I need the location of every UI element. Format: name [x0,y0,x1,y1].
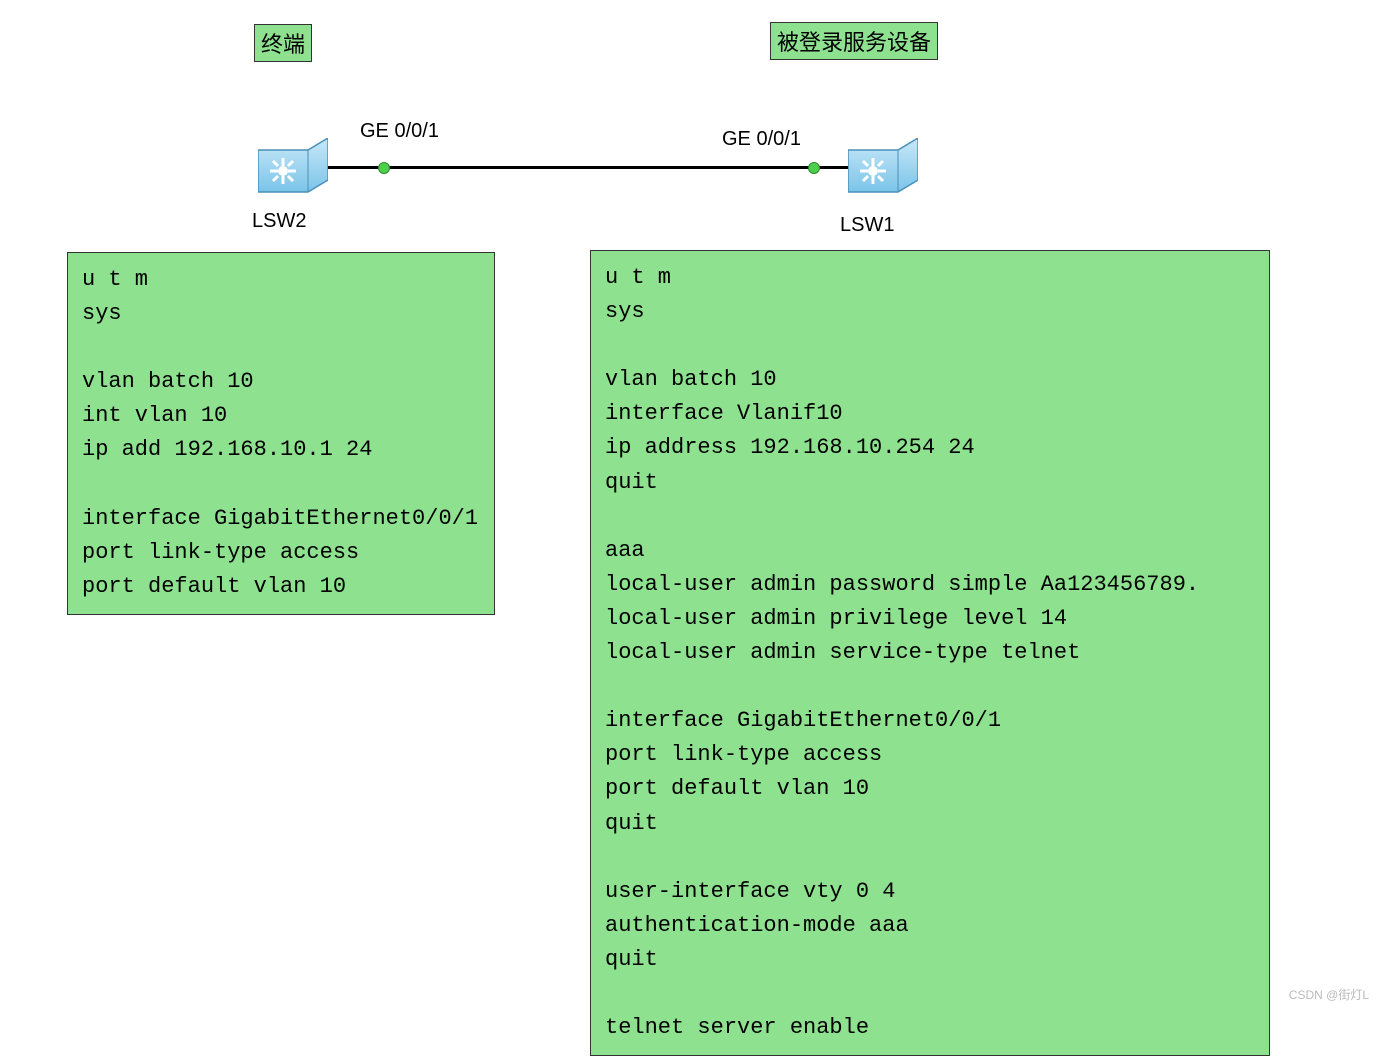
config-box-lsw1: u t m sys vlan batch 10 interface Vlanif… [590,250,1270,1056]
link-line [328,166,848,169]
link-dot-right [808,162,820,174]
switch-icon-lsw1 [848,138,918,198]
config-box-lsw2: u t m sys vlan batch 10 int vlan 10 ip a… [67,252,495,615]
device-label-lsw2: LSW2 [252,210,306,233]
label-server-device: 被登录服务设备 [770,22,938,60]
watermark: CSDN @街灯L [1289,986,1369,1003]
label-terminal: 终端 [254,24,312,62]
device-label-lsw1: LSW1 [840,214,894,237]
port-label-left: GE 0/0/1 [360,120,439,143]
switch-icon-lsw2 [258,138,328,198]
port-label-right: GE 0/0/1 [722,128,801,151]
link-dot-left [378,162,390,174]
